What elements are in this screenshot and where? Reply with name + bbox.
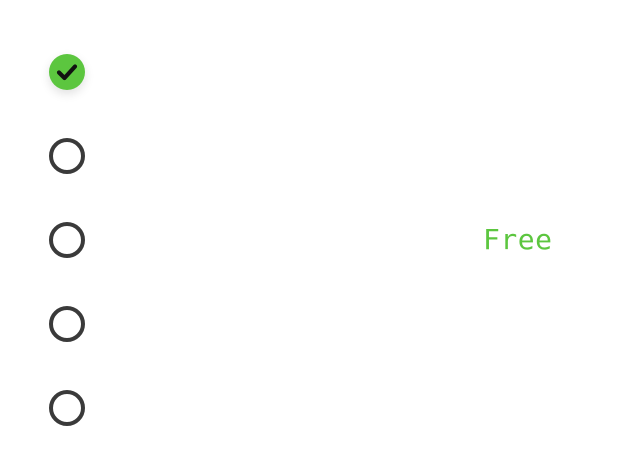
radio-empty-icon[interactable] — [49, 390, 85, 426]
option-row-3[interactable]: Free — [0, 198, 626, 282]
check-icon — [56, 64, 78, 81]
radio-empty-icon[interactable] — [49, 222, 85, 258]
radio-selected-icon[interactable] — [49, 54, 85, 90]
radio-empty-icon[interactable] — [49, 306, 85, 342]
option-price-label: Free — [483, 223, 553, 256]
option-row-5[interactable] — [0, 366, 626, 450]
radio-empty-icon[interactable] — [49, 138, 85, 174]
option-row-1[interactable] — [0, 30, 626, 114]
option-row-4[interactable] — [0, 282, 626, 366]
option-row-2[interactable] — [0, 114, 626, 198]
options-list: Free — [0, 0, 626, 436]
